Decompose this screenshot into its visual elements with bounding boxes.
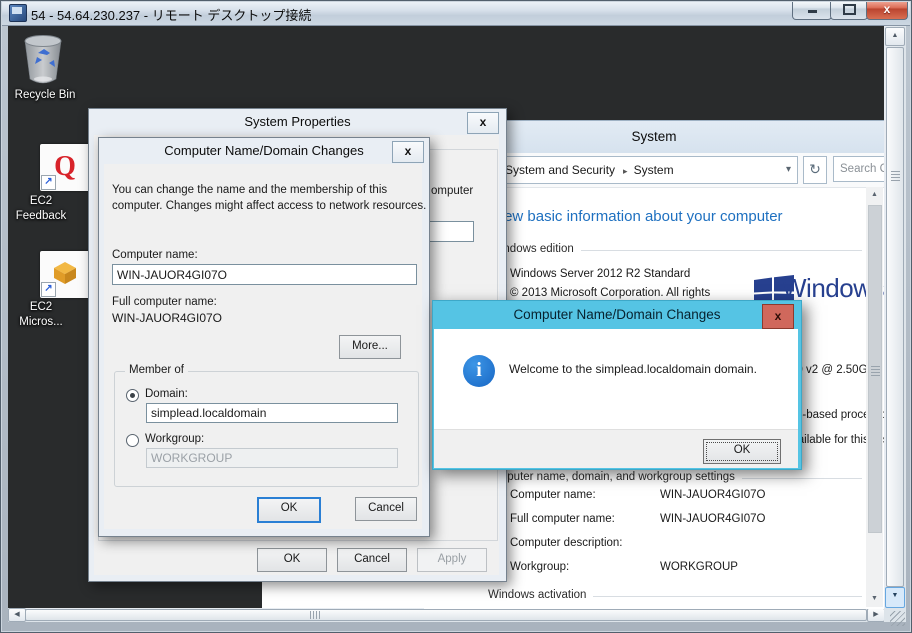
shortcut-arrow-icon: ↗ [41,282,56,297]
section-rule [593,595,862,597]
dialog-titlebar[interactable]: Computer Name/Domain Changes [99,138,429,164]
refresh-button[interactable]: ↻ [803,156,827,184]
scroll-right-icon[interactable]: ▶ [867,608,885,622]
close-icon[interactable]: x [467,112,499,134]
system-window-title: System [631,129,677,144]
rdp-app-icon [9,4,27,22]
computer-name-label: Computer name: [112,249,198,261]
ec2-feedback-q-icon: Q [54,151,76,182]
scroll-up-icon[interactable]: ▲ [885,27,905,46]
name-domain-changes-dialog: Computer Name/Domain Changes x You can c… [98,137,430,537]
search-input[interactable] [833,156,884,182]
more-button[interactable]: More... [339,335,401,359]
close-icon: x [883,2,891,16]
scroll-left-icon[interactable]: ◀ [8,608,26,622]
thumb-grip [891,171,900,181]
refresh-icon: ↻ [809,161,821,177]
full-computer-name-value: WIN-JAUOR4GI07O [112,311,223,325]
minimize-icon [807,10,817,13]
dialog-title: System Properties [244,114,351,129]
row-label: Computer description: [510,537,623,549]
resize-grip[interactable] [890,611,905,626]
chevron-down-icon[interactable]: ▾ [786,157,791,183]
scrollbar-thumb[interactable] [868,205,882,533]
desktop-icon-label: EC2 Micros... [19,301,63,328]
welcome-message: Welcome to the simplead.localdomain doma… [509,362,757,376]
full-computer-name-label: Full computer name: [112,296,217,308]
thumb-grip [871,366,880,376]
scroll-up-icon[interactable]: ▲ [866,187,883,203]
product-name: Windows Server 2012 R2 Standard [510,268,691,280]
rdp-vertical-scrollbar[interactable]: ▲ ▼ [884,25,906,608]
ok-button[interactable]: OK [257,497,321,523]
ok-button[interactable]: OK [703,439,781,464]
dialog-title: Computer Name/Domain Changes [513,307,721,322]
desktop-icon-label: EC2 Feedback [15,195,67,222]
row-label: Computer name: [510,489,596,501]
row-value: WIN-JAUOR4GI07O [660,513,766,525]
thumb-grip [310,611,320,619]
close-icon[interactable]: x [392,141,424,163]
dialog-titlebar[interactable]: System Properties [89,109,506,135]
workgroup-input [146,448,398,468]
cancel-button[interactable]: Cancel [355,497,417,521]
row-label: Workgroup: [510,561,570,573]
desktop-icon-label: Recycle Bin [14,89,76,101]
computer-name-input[interactable] [112,264,417,285]
minimize-button[interactable] [792,0,832,20]
row-value: WORKGROUP [660,561,738,573]
breadcrumb-current[interactable]: System [632,163,678,177]
info-icon: i [463,355,495,387]
desktop-icon-recycle-bin[interactable] [18,33,72,87]
scrollbar-thumb[interactable] [25,609,867,621]
desktop-icon-ec2-feedback[interactable]: Q ↗ [40,144,90,191]
background-window-strip [262,582,425,608]
section-header: Computer name, domain, and workgroup set… [483,471,735,483]
maximize-icon [842,4,856,15]
rdp-titlebar[interactable]: 54 - 54.64.230.237 - リモート デスクトップ接続 x [0,0,912,26]
dialog-titlebar[interactable]: Computer Name/Domain Changes [433,301,801,329]
recycle-bin-icon [24,35,62,84]
desktop-icon-ec2-microsite[interactable]: ↗ [40,251,90,298]
dialog-description: You can change the name and the membersh… [112,184,427,212]
close-button[interactable]: x [866,0,908,20]
workgroup-radio[interactable] [126,434,139,447]
section-rule [741,477,862,479]
breadcrumb-arrow-icon: ▸ [623,166,628,176]
member-of-label: Member of [125,364,188,376]
dialog-title: Computer Name/Domain Changes [164,143,364,158]
scroll-down-icon[interactable]: ▼ [866,591,883,607]
cancel-button[interactable]: Cancel [337,548,407,572]
scroll-down-icon[interactable]: ▼ [885,587,905,608]
breadcrumb-parent[interactable]: System and Security [491,163,619,177]
maximize-button[interactable] [830,0,868,20]
address-bar[interactable]: System and Security ▸ System ▾ [490,156,798,184]
domain-input[interactable] [146,403,398,423]
ok-button[interactable]: OK [257,548,327,572]
row-label: Full computer name: [510,513,615,525]
scrollbar-thumb[interactable] [886,47,904,587]
workgroup-label: Workgroup: [145,433,205,445]
member-of-groupbox: Member of Domain: Workgroup: [114,364,419,487]
rdp-window-title: 54 - 54.64.230.237 - リモート デスクトップ接続 [31,8,312,23]
section-header: Windows activation [488,589,587,601]
shortcut-arrow-icon: ↗ [41,175,56,190]
close-icon[interactable]: x [762,304,794,329]
occluded-text-fragment: omputer [431,185,474,197]
dialog-footer: OK [434,429,798,468]
section-windows-edition: Windows edition [490,243,862,255]
apply-button: Apply [417,548,487,572]
domain-radio[interactable] [126,389,139,402]
domain-label: Domain: [145,388,188,400]
rdp-horizontal-scrollbar[interactable]: ◀ ▶ [8,608,885,622]
section-computer-name: Computer name, domain, and workgroup set… [483,471,862,483]
system-window-scrollbar[interactable]: ▲ ▼ [866,187,883,607]
page-title: View basic information about your comput… [491,208,783,225]
row-value: WIN-JAUOR4GI07O [660,489,766,501]
section-rule [580,249,862,251]
welcome-dialog: Computer Name/Domain Changes x i Welcome… [432,300,802,470]
section-windows-activation: Windows activation [488,589,862,601]
